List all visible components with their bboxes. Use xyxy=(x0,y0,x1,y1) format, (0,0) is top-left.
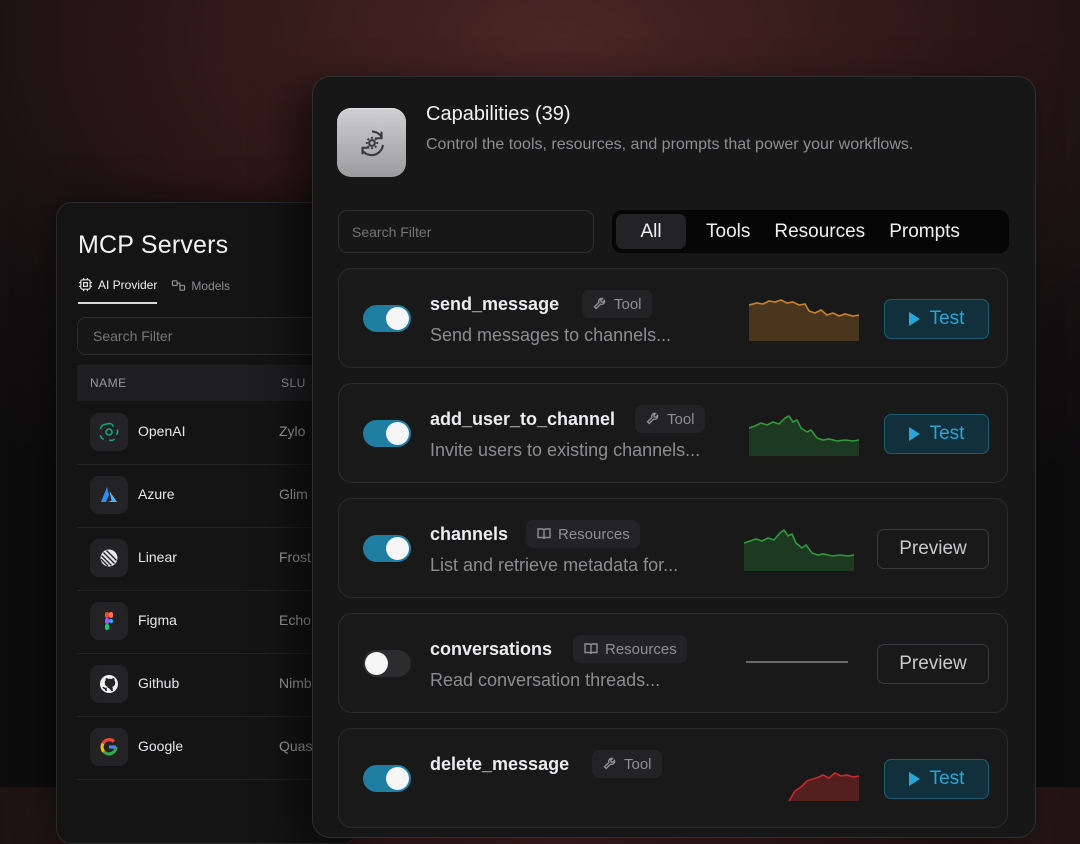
preview-button[interactable]: Preview xyxy=(877,644,989,684)
column-slug: SLU xyxy=(281,376,306,390)
capability-description: List and retrieve metadata for... xyxy=(430,555,679,575)
tab-resources[interactable]: Resources xyxy=(762,214,877,249)
server-slug: Quas xyxy=(279,738,313,754)
capability-name: send_message xyxy=(430,294,560,314)
models-icon xyxy=(172,280,186,291)
server-slug: Frost xyxy=(279,549,311,565)
capabilities-panel: Capabilities (39) Control the tools, res… xyxy=(312,76,1036,838)
activity-sparkline xyxy=(788,772,859,801)
enable-toggle[interactable] xyxy=(363,305,411,332)
capability-name: delete_message xyxy=(430,754,570,774)
type-badge: Tool xyxy=(635,405,705,433)
type-badge: Resources xyxy=(573,635,687,663)
servers-tabs: AI Provider Models xyxy=(78,277,230,304)
servers-title: MCP Servers xyxy=(78,231,229,259)
capability-description: Send messages to channels... xyxy=(430,325,672,345)
tab-tools[interactable]: Tools xyxy=(694,214,762,249)
test-button-label: Test xyxy=(929,308,965,329)
server-slug: Zylo xyxy=(279,423,306,439)
server-name: Linear xyxy=(138,549,177,565)
enable-toggle[interactable] xyxy=(363,650,411,677)
capability-card-channels: channels Resources List and retrieve met… xyxy=(338,498,1008,598)
column-name: NAME xyxy=(90,376,127,390)
capability-card-delete-message: delete_message Tool Test xyxy=(338,728,1008,828)
type-badge-label: Resources xyxy=(605,640,677,658)
openai-logo xyxy=(90,413,128,451)
server-name: OpenAI xyxy=(138,423,186,439)
azure-logo xyxy=(90,476,128,514)
tab-prompts[interactable]: Prompts xyxy=(877,214,972,249)
test-button[interactable]: Test xyxy=(884,759,989,799)
chip-icon xyxy=(78,277,93,292)
capabilities-gear-icon xyxy=(337,108,406,177)
play-icon xyxy=(908,427,920,441)
servers-search-input[interactable] xyxy=(77,317,337,355)
enable-toggle[interactable] xyxy=(363,535,411,562)
wrench-icon xyxy=(593,297,606,310)
tab-models[interactable]: Models xyxy=(171,277,230,304)
capability-card-conversations: conversations Resources Read conversatio… xyxy=(338,613,1008,713)
server-slug: Echo xyxy=(279,612,311,628)
activity-sparkline xyxy=(749,414,859,456)
enable-toggle[interactable] xyxy=(363,765,411,792)
capability-name: conversations xyxy=(430,639,553,659)
type-badge-label: Tool xyxy=(614,295,642,313)
figma-logo xyxy=(90,602,128,640)
server-name: Github xyxy=(138,675,180,691)
server-name: Google xyxy=(138,738,184,754)
test-button[interactable]: Test xyxy=(884,299,989,339)
wrench-icon xyxy=(603,757,616,770)
capability-card-send-message: send_message Tool Send messages to chann… xyxy=(338,268,1008,368)
capabilities-title: Capabilities (39) xyxy=(426,103,571,125)
play-icon xyxy=(908,772,920,786)
preview-button[interactable]: Preview xyxy=(877,529,989,569)
type-badge-label: Resources xyxy=(558,525,630,543)
server-slug: Glim xyxy=(279,486,308,502)
capability-filter-tabs: All Tools Resources Prompts xyxy=(612,210,1009,253)
book-icon xyxy=(584,643,598,655)
server-name: Azure xyxy=(138,486,175,502)
type-badge: Tool xyxy=(582,290,652,318)
enable-toggle[interactable] xyxy=(363,420,411,447)
capability-description: Read conversation threads... xyxy=(430,670,661,690)
server-slug: Nimb xyxy=(279,675,312,691)
linear-logo xyxy=(90,539,128,577)
type-badge: Resources xyxy=(526,520,640,548)
tab-all[interactable]: All xyxy=(616,214,686,249)
activity-sparkline xyxy=(746,661,848,663)
github-logo xyxy=(90,665,128,703)
type-badge: Tool xyxy=(592,750,662,778)
book-icon xyxy=(537,528,551,540)
tab-ai-provider-label: AI Provider xyxy=(98,277,158,292)
wrench-icon xyxy=(646,412,659,425)
activity-sparkline xyxy=(749,299,859,341)
test-button[interactable]: Test xyxy=(884,414,989,454)
type-badge-label: Tool xyxy=(667,410,695,428)
activity-sparkline xyxy=(744,528,854,571)
capability-name: add_user_to_channel xyxy=(430,409,616,429)
type-badge-label: Tool xyxy=(624,755,652,773)
tab-ai-provider[interactable]: AI Provider xyxy=(78,277,158,304)
google-logo xyxy=(90,728,128,766)
play-icon xyxy=(908,312,920,326)
capabilities-subtitle: Control the tools, resources, and prompt… xyxy=(426,136,914,153)
capability-description: Invite users to existing channels... xyxy=(430,440,701,460)
tab-models-label: Models xyxy=(191,278,231,293)
capability-card-add-user-to-channel: add_user_to_channel Tool Invite users to… xyxy=(338,383,1008,483)
capabilities-search-input[interactable] xyxy=(338,210,594,253)
server-name: Figma xyxy=(138,612,177,628)
test-button-label: Test xyxy=(929,423,965,444)
capability-name: channels xyxy=(430,524,509,544)
